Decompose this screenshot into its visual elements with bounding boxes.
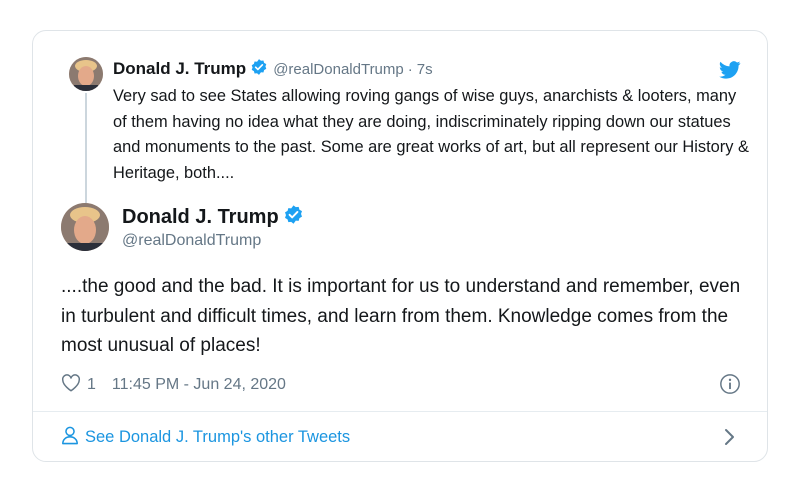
tweet-timestamp[interactable]: 11:45 PM - Jun 24, 2020 (112, 376, 286, 394)
author-avatar[interactable] (61, 203, 109, 251)
quoted-author-handle[interactable]: @realDonaldTrump (273, 61, 404, 78)
tweet-meta-row: 1 11:45 PM - Jun 24, 2020 (61, 373, 286, 397)
tweet-text: ....the good and the bad. It is importan… (61, 276, 741, 356)
author-handle[interactable]: @realDonaldTrump (122, 232, 261, 250)
author-name[interactable]: Donald J. Trump (122, 206, 279, 229)
footer-divider (33, 411, 767, 412)
quoted-tweet-avatar[interactable] (69, 57, 103, 91)
header-separator: · (407, 60, 413, 78)
thread-connector-line (85, 93, 87, 203)
author-name-row: Donald J. Trump (122, 204, 304, 230)
quoted-tweet-text: Very sad to see States allowing roving g… (113, 87, 749, 182)
see-other-tweets-label[interactable]: See Donald J. Trump's other Tweets (85, 428, 350, 447)
heart-icon[interactable] (61, 373, 81, 397)
quoted-author-name[interactable]: Donald J. Trump (113, 59, 246, 79)
chevron-right-icon[interactable] (723, 428, 737, 451)
quoted-tweet-header: Donald J. Trump @realDonaldTrump · 7s (113, 58, 433, 80)
info-icon[interactable] (719, 373, 741, 400)
quoted-tweet-time[interactable]: 7s (417, 61, 433, 78)
verified-badge-icon (283, 204, 304, 230)
verified-badge-icon (250, 58, 268, 81)
tweet-embed-card: Donald J. Trump @realDonaldTrump · 7s Ve… (32, 30, 768, 462)
person-icon (61, 425, 79, 450)
twitter-bird-icon[interactable] (719, 61, 741, 84)
see-other-tweets-link[interactable]: See Donald J. Trump's other Tweets (61, 425, 350, 450)
like-count[interactable]: 1 (87, 376, 96, 394)
